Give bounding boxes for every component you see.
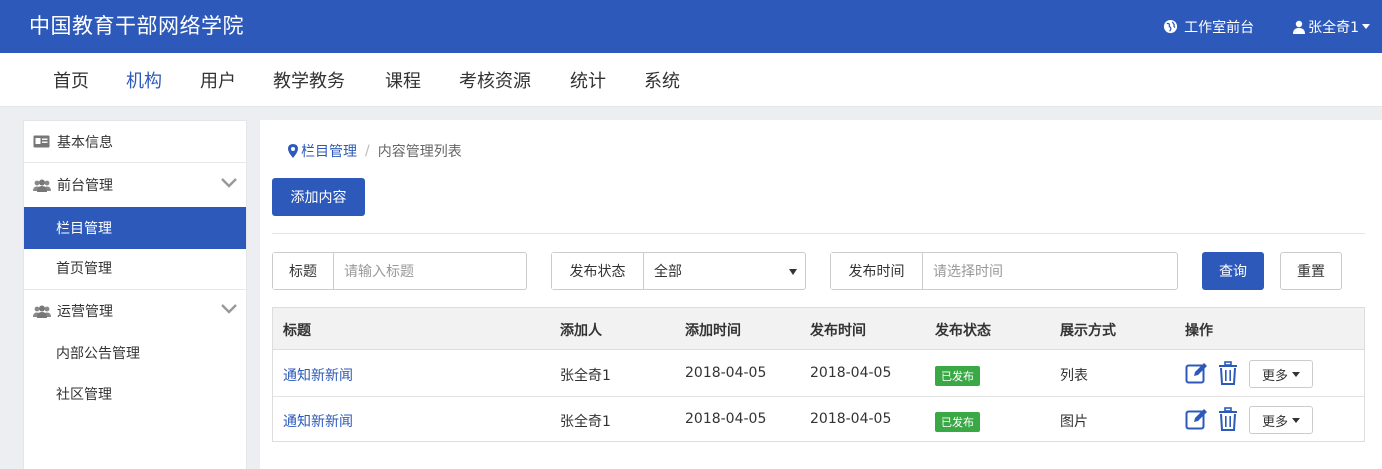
sidebar-item-label: 社区管理 [56,387,112,403]
nav-item-assessment[interactable]: 考核资源 [459,67,531,93]
content-table: 标题 添加人 添加时间 发布时间 发布状态 展示方式 操作 通知新新闻 张全奇1… [272,307,1365,442]
breadcrumb-parent-link[interactable]: 栏目管理 [301,141,357,161]
divider [272,233,1365,234]
sidebar-item-label: 栏目管理 [56,221,112,237]
time-filter: 发布时间 请选择时间 [830,252,1178,290]
sidebar-group-operations[interactable]: 运营管理 [24,290,246,332]
breadcrumb: 栏目管理 / 内容管理列表 [288,141,462,161]
main-content: 栏目管理 / 内容管理列表 添加内容 标题 请输入标题 发布状态 全部 发布时间… [260,120,1382,469]
add-content-button[interactable]: 添加内容 [272,178,365,216]
sidebar-item-community[interactable]: 社区管理 [24,373,246,415]
caret-down-icon [1292,417,1300,423]
reset-button[interactable]: 重置 [1280,252,1342,290]
row-display-mode: 图片 [1060,414,1088,430]
sidebar-item-basic-info[interactable]: 基本信息 [24,121,246,163]
column-header-status: 发布状态 [935,323,991,339]
status-filter: 发布状态 全部 [551,252,806,290]
top-header: 中国教育干部网络学院 工作室前台 张全奇1 [0,0,1382,53]
row-added-time: 2018-04-05 [685,365,767,381]
row-title-link[interactable]: 通知新新闻 [283,411,353,431]
table-row: 通知新新闻 张全奇1 2018-04-05 2018-04-05 已发布 列表 … [273,351,1364,397]
row-adder: 张全奇1 [560,368,611,384]
more-dropdown-button[interactable]: 更多 [1249,406,1313,434]
time-picker-input[interactable]: 请选择时间 [923,253,1177,289]
sidebar: 基本信息 前台管理 栏目管理 首页管理 运营管理 内部公告管理 社区管理 [23,120,247,469]
row-publish-time: 2018-04-05 [810,411,892,427]
breadcrumb-separator: / [365,143,370,159]
trash-icon[interactable] [1218,407,1238,431]
status-select[interactable]: 全部 [644,253,805,289]
sidebar-item-label: 内部公告管理 [56,346,140,362]
sidebar-group-frontend[interactable]: 前台管理 [24,164,246,206]
sidebar-item-column-mgmt[interactable]: 栏目管理 [24,207,246,249]
row-added-time: 2018-04-05 [685,411,767,427]
more-label: 更多 [1261,414,1288,430]
edit-icon[interactable] [1185,407,1209,431]
nav-item-courses[interactable]: 课程 [385,67,421,93]
more-label: 更多 [1261,368,1288,384]
time-filter-label: 发布时间 [831,253,923,289]
row-adder: 张全奇1 [560,414,611,430]
nav-item-statistics[interactable]: 统计 [570,67,606,93]
trash-icon[interactable] [1218,361,1238,385]
query-button[interactable]: 查询 [1202,252,1264,290]
chevron-down-icon [221,304,237,314]
row-publish-time: 2018-04-05 [810,365,892,381]
nav-item-users[interactable]: 用户 [200,67,236,93]
chevron-down-icon [221,178,237,188]
status-badge: 已发布 [935,366,980,386]
caret-down-icon [789,269,797,275]
title-input[interactable]: 请输入标题 [334,253,526,289]
nav-item-institution[interactable]: 机构 [126,67,162,93]
nav-item-home[interactable]: 首页 [53,67,89,93]
sidebar-group-label: 运营管理 [57,304,113,320]
sidebar-item-internal-notice[interactable]: 内部公告管理 [24,332,246,374]
sidebar-item-home-mgmt[interactable]: 首页管理 [24,247,246,289]
column-header-added-time: 添加时间 [685,323,741,339]
studio-frontend-link[interactable]: 工作室前台 [1163,17,1254,37]
user-icon [1293,20,1306,34]
status-select-value: 全部 [654,264,682,280]
caret-down-icon [1292,371,1300,377]
header-actions: 工作室前台 张全奇1 [1163,0,1382,53]
row-title-link[interactable]: 通知新新闻 [283,365,353,385]
nav-item-system[interactable]: 系统 [644,67,680,93]
title-filter: 标题 请输入标题 [272,252,527,290]
id-card-icon [33,135,50,148]
status-badge: 已发布 [935,412,980,432]
column-header-publish-time: 发布时间 [810,323,866,339]
studio-label: 工作室前台 [1184,19,1255,36]
caret-down-icon [1362,24,1370,29]
more-dropdown-button[interactable]: 更多 [1249,360,1313,388]
user-menu[interactable]: 张全奇1 [1292,17,1370,37]
breadcrumb-current: 内容管理列表 [377,144,462,160]
main-nav: 首页 机构 用户 教学教务 课程 考核资源 统计 系统 [0,53,1382,107]
nav-item-teaching[interactable]: 教学教务 [273,67,345,93]
brand-title: 中国教育干部网络学院 [29,14,244,38]
edit-icon[interactable] [1185,361,1209,385]
globe-icon [1164,19,1178,34]
title-filter-label: 标题 [273,253,334,289]
sidebar-item-label: 基本信息 [57,134,113,151]
map-marker-icon [288,144,298,158]
status-filter-label: 发布状态 [552,253,644,289]
column-header-display: 展示方式 [1060,323,1116,339]
sidebar-group-label: 前台管理 [57,178,113,194]
table-row: 通知新新闻 张全奇1 2018-04-05 2018-04-05 已发布 图片 … [273,397,1364,443]
users-icon [33,179,51,192]
user-name: 张全奇1 [1308,19,1359,36]
sidebar-item-label: 首页管理 [56,261,112,277]
column-header-title: 标题 [283,323,311,339]
row-display-mode: 列表 [1060,368,1088,384]
users-icon [33,305,51,318]
column-header-actions: 操作 [1185,323,1213,339]
table-header: 标题 添加人 添加时间 发布时间 发布状态 展示方式 操作 [273,308,1364,350]
column-header-adder: 添加人 [560,323,602,339]
